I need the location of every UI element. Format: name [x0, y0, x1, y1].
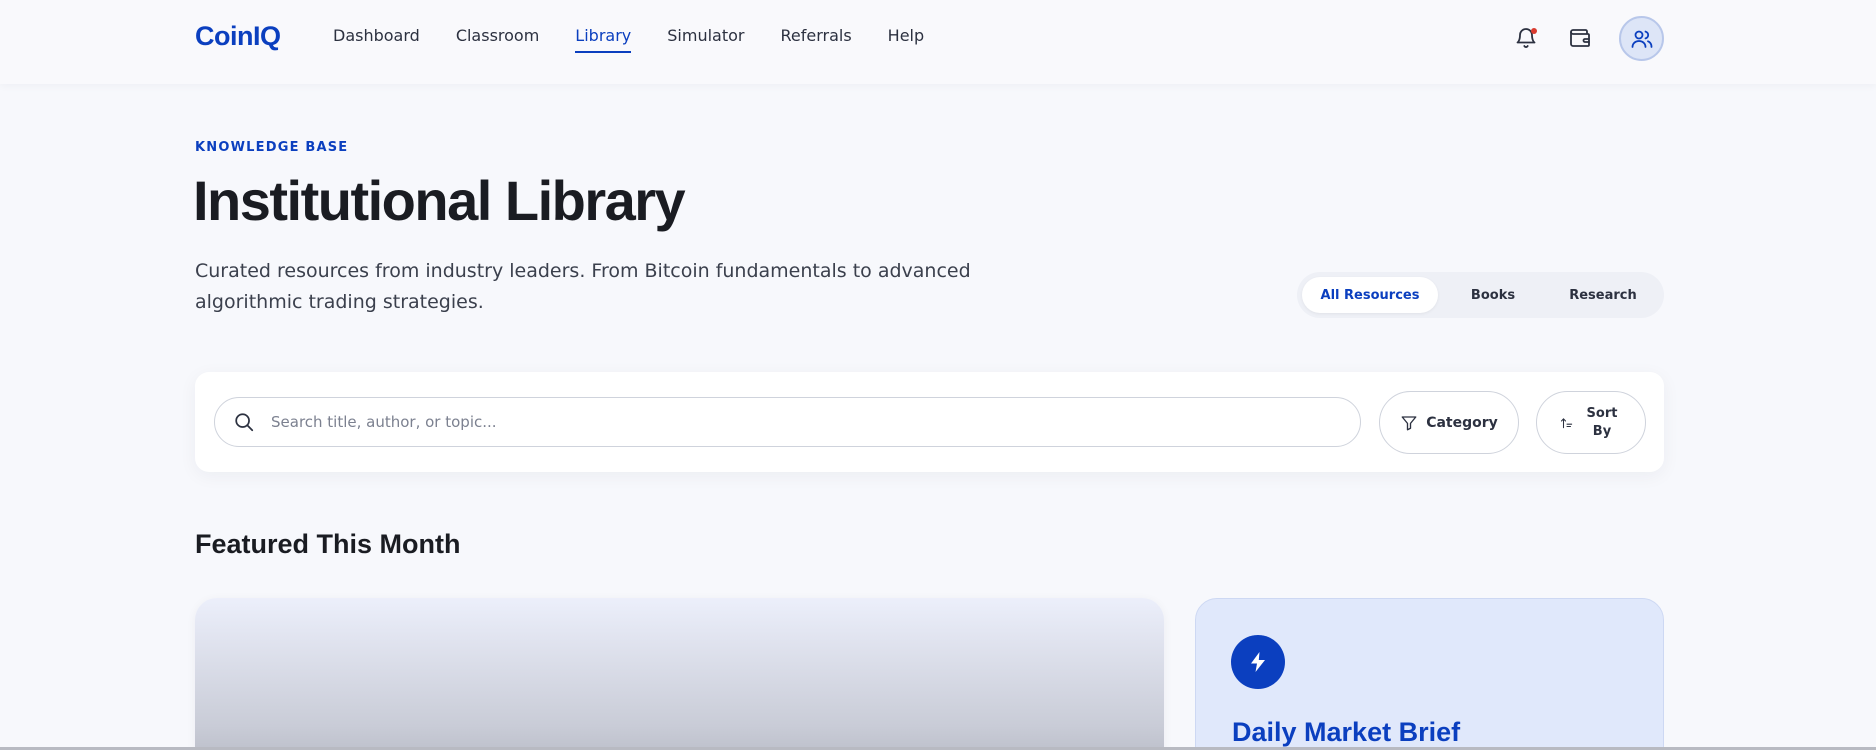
featured-resource-card[interactable] [195, 598, 1164, 750]
nav-item-dashboard[interactable]: Dashboard [333, 26, 420, 53]
category-filter-label: Category [1426, 414, 1498, 431]
tab-research[interactable]: Research [1548, 277, 1658, 313]
search-field[interactable] [214, 397, 1361, 447]
nav-item-library[interactable]: Library [575, 26, 632, 53]
brief-title: Daily Market Brief [1232, 717, 1461, 747]
logo[interactable]: CoinIQ [195, 21, 281, 52]
sort-by-label: Sort By [1586, 405, 1618, 439]
users-icon [1631, 30, 1652, 48]
brief-icon-badge [1231, 635, 1285, 689]
category-filter-button[interactable]: Category [1379, 391, 1519, 454]
nav-item-referrals[interactable]: Referrals [780, 26, 851, 53]
filter-icon [1401, 415, 1417, 430]
tab-all-resources[interactable]: All Resources [1302, 277, 1438, 313]
wallet-icon [1570, 29, 1590, 47]
profile-avatar-button[interactable] [1619, 16, 1664, 61]
page-title: Institutional Library [193, 169, 686, 232]
section-eyebrow: KNOWLEDGE BASE [195, 140, 349, 155]
notifications-button[interactable] [1505, 17, 1547, 59]
resource-type-tabs: All Resources Books Research [1297, 272, 1664, 318]
search-icon [235, 413, 254, 432]
sort-by-button[interactable]: Sort By [1536, 391, 1646, 454]
nav-item-simulator[interactable]: Simulator [667, 26, 744, 53]
wallet-button[interactable] [1559, 17, 1601, 59]
nav-item-classroom[interactable]: Classroom [456, 26, 539, 53]
featured-section-title: Featured This Month [195, 529, 461, 559]
notification-dot [1531, 28, 1537, 34]
search-panel: Category Sort By [195, 372, 1664, 472]
daily-market-brief-card[interactable]: Daily Market Brief [1195, 598, 1664, 750]
search-input[interactable] [271, 413, 1321, 431]
tab-books[interactable]: Books [1438, 277, 1548, 313]
nav-item-help[interactable]: Help [888, 26, 924, 53]
lightning-icon [1251, 652, 1265, 672]
top-nav-bar: CoinIQ Dashboard Classroom Library Simul… [0, 0, 1876, 84]
sort-icon [1560, 417, 1573, 428]
main-nav: Dashboard Classroom Library Simulator Re… [333, 26, 924, 53]
page-subtitle: Curated resources from industry leaders.… [195, 260, 971, 313]
